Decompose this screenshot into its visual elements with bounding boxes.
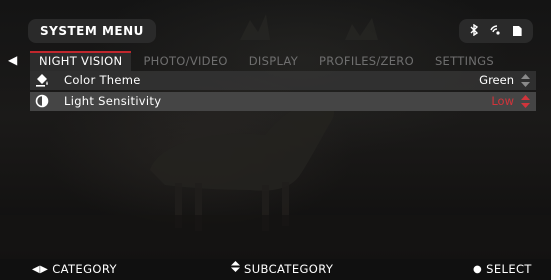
left-right-arrows-icon: ◀▶ — [32, 264, 49, 275]
sd-card-icon: SD — [512, 26, 522, 36]
color-theme-label: Color Theme — [64, 73, 141, 87]
up-down-arrows-icon — [231, 259, 240, 280]
hint-subcategory-label: SUBCATEGORY — [244, 262, 334, 276]
hint-category-label: CATEGORY — [52, 262, 117, 276]
setting-row-light-sensitivity[interactable]: Light Sensitivity Low — [30, 92, 536, 111]
bluetooth-icon — [470, 23, 479, 38]
color-theme-value: Green — [479, 73, 514, 87]
tab-night-vision[interactable]: NIGHT VISION — [30, 51, 132, 71]
up-down-arrows-icon[interactable] — [521, 74, 530, 87]
hint-select: ● SELECT — [473, 259, 532, 280]
tab-photo-video[interactable]: PHOTO/VIDEO — [134, 51, 236, 71]
tab-profiles-zero[interactable]: PROFILES/ZERO — [310, 51, 423, 71]
category-tabs: ◀ NIGHT VISION PHOTO/VIDEO DISPLAY PROFI… — [0, 51, 551, 71]
top-bar: SYSTEM MENU SD — [0, 0, 551, 50]
tab-display[interactable]: DISPLAY — [240, 51, 307, 71]
setting-row-color-theme[interactable]: Color Theme Green — [30, 71, 536, 90]
hint-select-label: SELECT — [486, 262, 532, 276]
light-sensitivity-value: Low — [491, 94, 514, 108]
tab-settings[interactable]: SETTINGS — [426, 51, 503, 71]
control-hints-bar: ◀▶ CATEGORY SUBCATEGORY ● SELECT — [0, 259, 551, 280]
settings-list: Color Theme Green Light Sensitivity Low — [30, 71, 536, 113]
paint-bucket-icon — [36, 74, 48, 87]
hint-category: ◀▶ CATEGORY — [32, 259, 117, 280]
circle-button-icon: ● — [473, 264, 483, 275]
system-menu-title: SYSTEM MENU — [28, 19, 156, 43]
light-sensitivity-label: Light Sensitivity — [64, 94, 162, 108]
wifi-icon — [490, 24, 502, 38]
back-arrow-icon[interactable]: ◀ — [8, 53, 17, 67]
brightness-icon — [35, 94, 49, 108]
hint-subcategory: SUBCATEGORY — [231, 259, 333, 280]
status-indicators: SD — [459, 19, 533, 43]
up-down-arrows-icon[interactable] — [521, 95, 530, 108]
